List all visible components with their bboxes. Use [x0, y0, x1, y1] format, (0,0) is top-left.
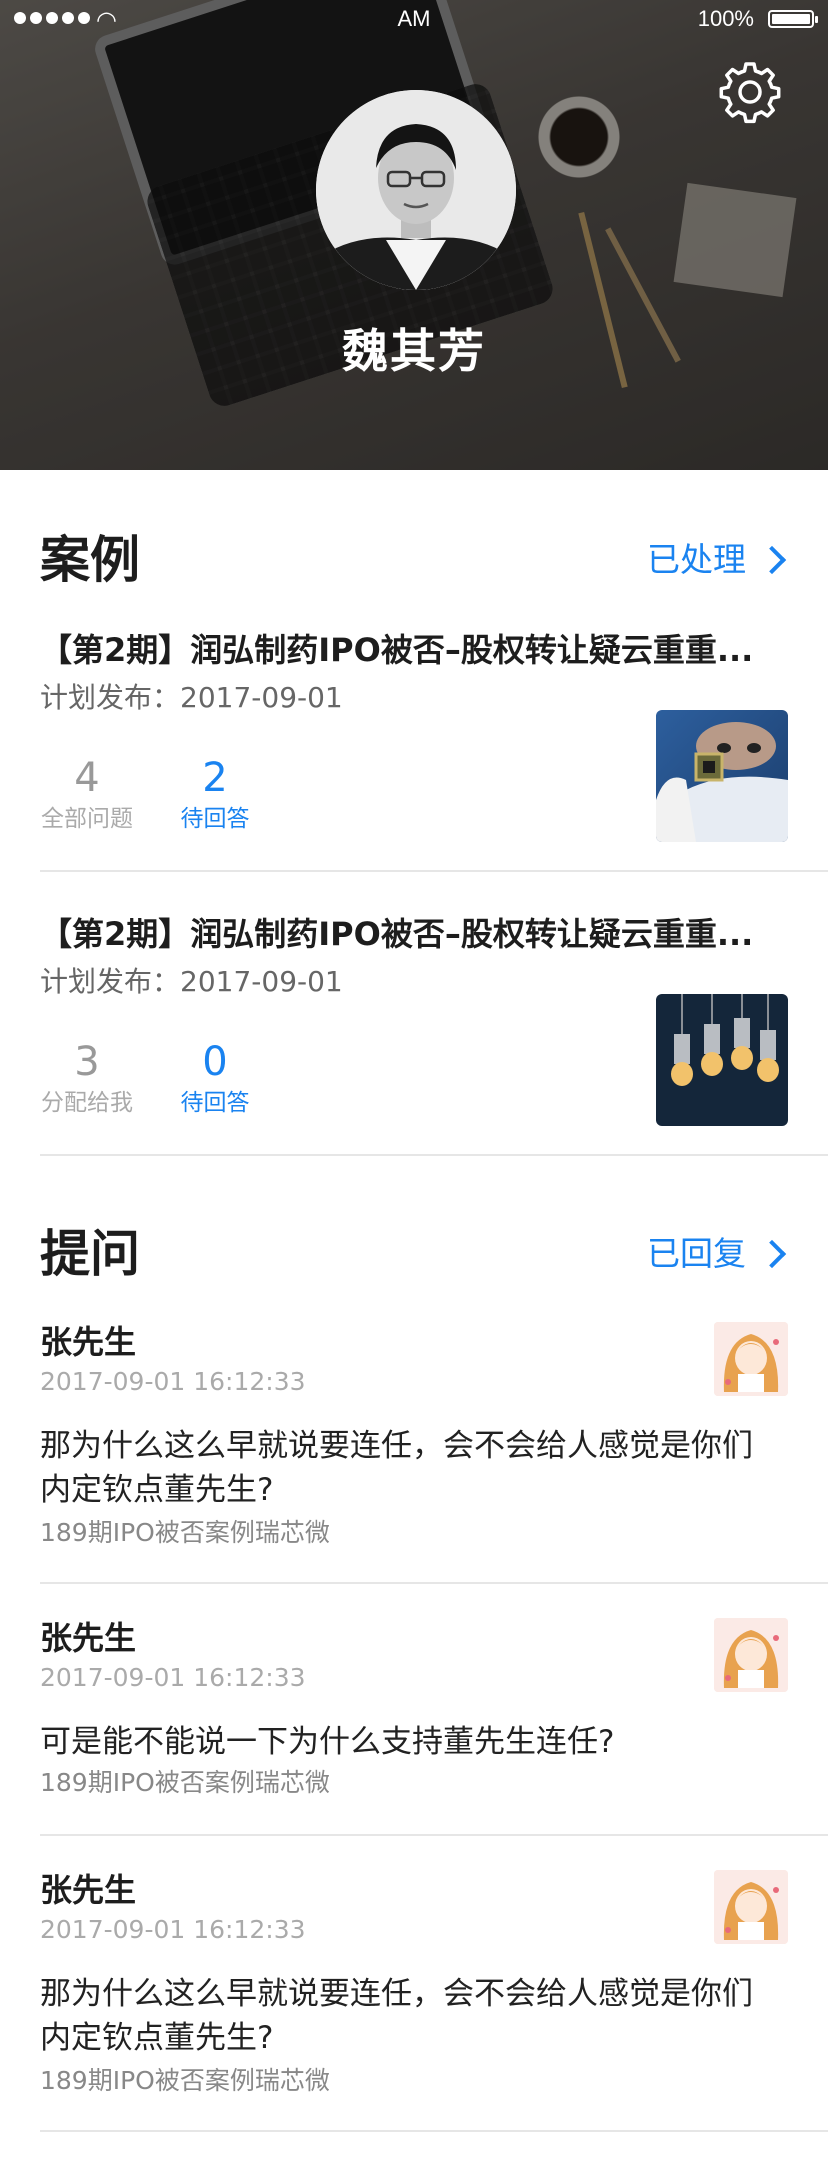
divider: [40, 1154, 828, 1156]
asker-avatar-image: [714, 1618, 788, 1692]
divider: [40, 1834, 828, 1836]
case-thumbnail: [656, 994, 788, 1126]
replied-link-label: 已回复: [647, 1234, 746, 1273]
question-source: 189期IPO被否案例瑞芯微: [40, 2066, 330, 2095]
stat-value: 3: [74, 1039, 100, 1085]
stat-all-questions[interactable]: 4 全部问题: [32, 753, 142, 835]
processed-link[interactable]: 已处理: [647, 530, 788, 590]
question-text: 那为什么这么早就说要连任，会不会给人感觉是你们内定钦点董先生?: [40, 1428, 753, 1508]
battery-icon: [768, 10, 818, 28]
question-time: 2017-09-01 16:12:33: [40, 1663, 306, 1692]
status-bar: ◠ AM 100%: [0, 0, 828, 40]
case-thumbnail-image: [656, 710, 788, 842]
case-plan-label: 计划发布：: [40, 681, 181, 714]
stat-value: 0: [202, 1039, 228, 1085]
stat-label: 待回答: [180, 806, 250, 832]
case-title: 【第2期】润弘制药IPO被否–股权转让疑云重重...: [40, 631, 754, 669]
asker-avatar-image: [714, 1870, 788, 1944]
stat-value: 2: [202, 755, 228, 801]
battery-percent: 100%: [697, 6, 754, 31]
section-title-questions: 提问: [40, 1225, 140, 1283]
case-plan: 计划发布：2017-09-01: [40, 962, 343, 1002]
stat-pending-answers[interactable]: 2 待回答: [160, 753, 270, 835]
case-plan: 计划发布：2017-09-01: [40, 678, 343, 718]
asker-avatar[interactable]: [714, 1618, 788, 1692]
chevron-right-icon: [757, 1239, 787, 1269]
case-thumbnail-image: [656, 994, 788, 1126]
user-name: 魏其芳: [342, 324, 486, 378]
questions-section-header: 提问 已回复: [40, 1224, 788, 1284]
question-item[interactable]: 张先生 2017-09-01 16:12:33 那为什么这么早就说要连任，会不会…: [40, 1320, 828, 1560]
replied-link[interactable]: 已回复: [647, 1224, 788, 1284]
question-author: 张先生: [40, 1619, 137, 1657]
divider: [40, 870, 828, 872]
asker-avatar-image: [714, 1322, 788, 1396]
case-plan-date: 2017-09-01: [180, 681, 343, 714]
case-thumbnail: [656, 710, 788, 842]
avatar-photo: [316, 90, 516, 290]
case-plan-label: 计划发布：: [40, 965, 181, 998]
case-title: 【第2期】润弘制药IPO被否–股权转让疑云重重...: [40, 915, 754, 953]
stat-label: 待回答: [180, 1090, 250, 1116]
avatar[interactable]: [316, 90, 516, 290]
question-source: 189期IPO被否案例瑞芯微: [40, 1768, 330, 1797]
question-author: 张先生: [40, 1323, 137, 1361]
stat-label: 全部问题: [41, 806, 133, 832]
question-item[interactable]: 张先生 2017-09-01 16:12:33 可是能不能说一下为什么支持董先生…: [40, 1616, 828, 1816]
question-text: 那为什么这么早就说要连任，会不会给人感觉是你们内定钦点董先生?: [40, 1976, 753, 2056]
case-plan-date: 2017-09-01: [180, 965, 343, 998]
question-author: 张先生: [40, 1871, 137, 1909]
question-item[interactable]: 张先生 2017-09-01 16:12:33 那为什么这么早就说要连任，会不会…: [40, 1868, 828, 2108]
section-title-cases: 案例: [40, 531, 140, 589]
processed-link-label: 已处理: [647, 540, 746, 579]
asker-avatar[interactable]: [714, 1870, 788, 1944]
question-source: 189期IPO被否案例瑞芯微: [40, 1518, 330, 1547]
stat-value: 4: [74, 755, 100, 801]
stat-assigned-to-me[interactable]: 3 分配给我: [32, 1037, 142, 1119]
case-card[interactable]: 【第2期】润弘制药IPO被否–股权转让疑云重重... 计划发布：2017-09-…: [40, 628, 828, 898]
cases-section-header: 案例 已处理: [40, 530, 788, 590]
question-time: 2017-09-01 16:12:33: [40, 1367, 306, 1396]
divider: [40, 2130, 828, 2132]
stat-label: 分配给我: [41, 1090, 133, 1116]
question-time: 2017-09-01 16:12:33: [40, 1915, 306, 1944]
stat-pending-answers[interactable]: 0 待回答: [160, 1037, 270, 1119]
asker-avatar[interactable]: [714, 1322, 788, 1396]
case-card[interactable]: 【第2期】润弘制药IPO被否–股权转让疑云重重... 计划发布：2017-09-…: [40, 912, 828, 1182]
question-text: 可是能不能说一下为什么支持董先生连任?: [40, 1724, 615, 1760]
chevron-right-icon: [757, 545, 787, 575]
divider: [40, 1582, 828, 1584]
profile-header: ◠ AM 100% 魏其芳: [0, 0, 828, 470]
gear-icon[interactable]: [718, 60, 782, 124]
